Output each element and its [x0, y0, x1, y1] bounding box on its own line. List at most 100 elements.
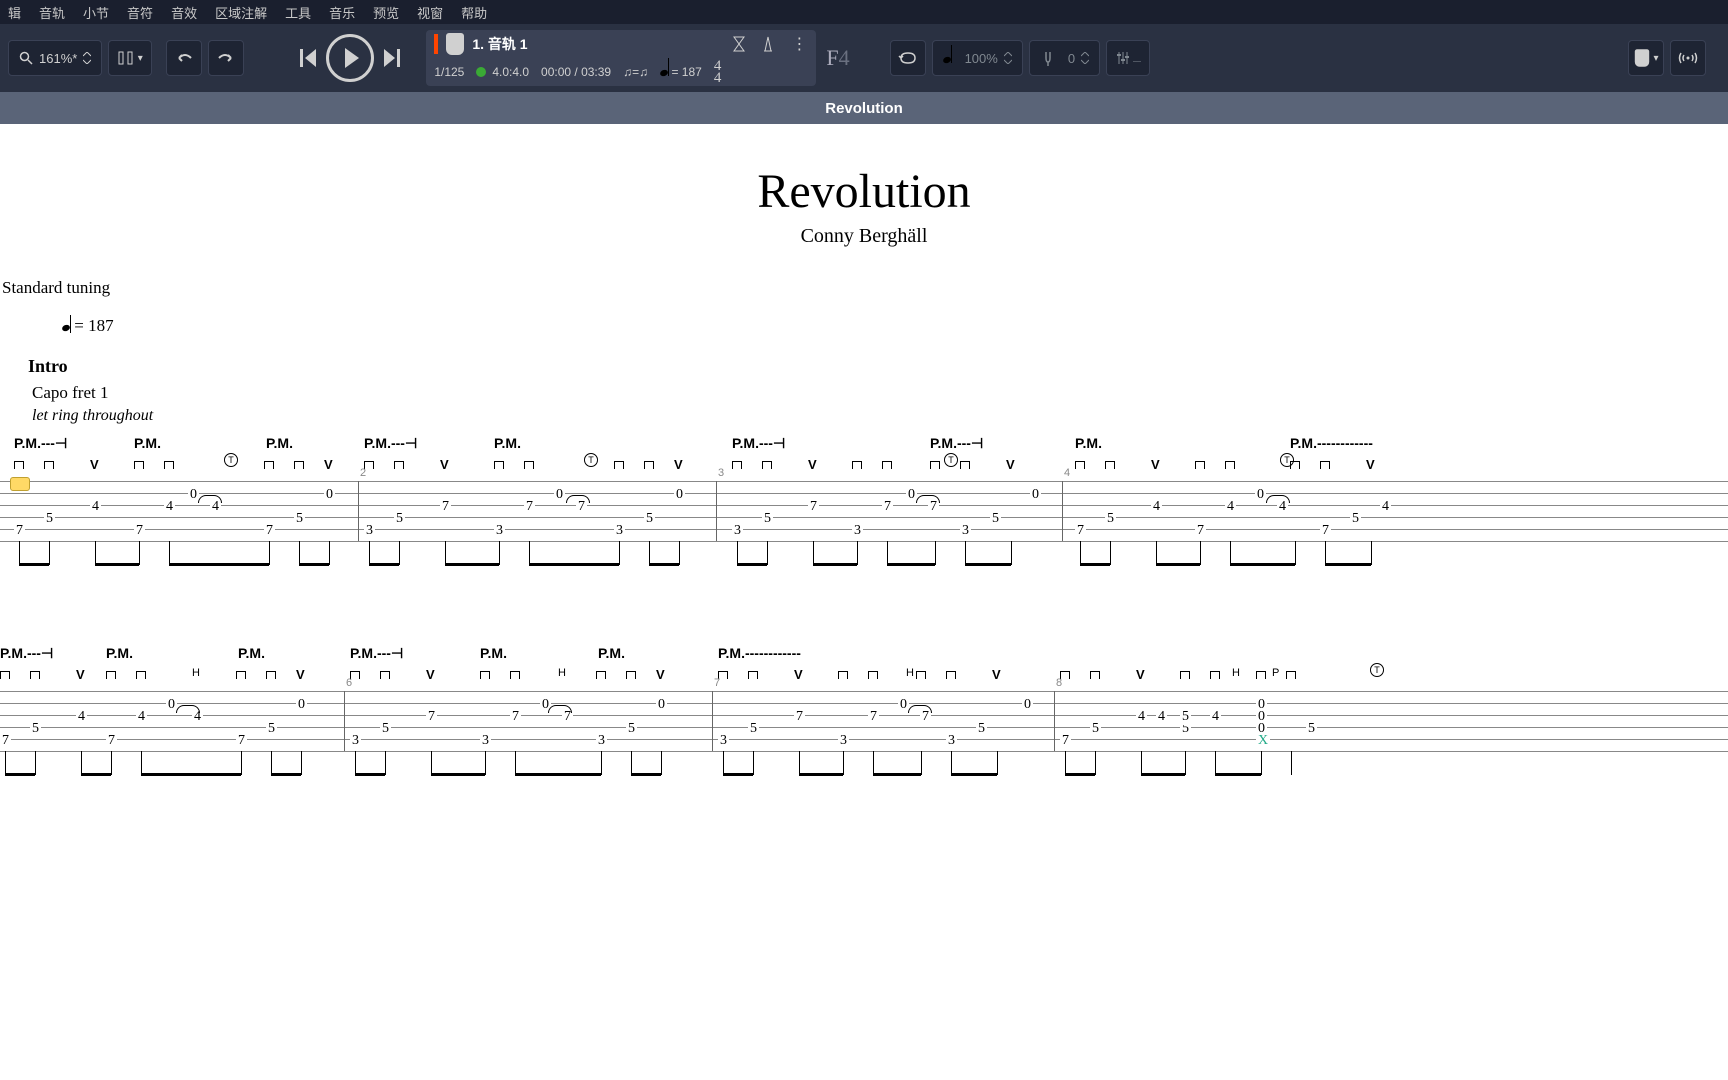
- fretboard-button[interactable]: ▾: [1628, 40, 1664, 76]
- tab-note[interactable]: 7: [1075, 523, 1086, 539]
- tab-note[interactable]: 0: [1022, 697, 1033, 713]
- layout-button[interactable]: ▾: [108, 40, 152, 76]
- tab-note[interactable]: 0: [1030, 487, 1041, 503]
- tab-note[interactable]: 0: [324, 487, 335, 503]
- tab-note[interactable]: 4: [136, 709, 147, 725]
- tab-note[interactable]: 4: [76, 709, 87, 725]
- tab-note[interactable]: 7: [808, 499, 819, 515]
- tab-note[interactable]: 4: [1210, 709, 1221, 725]
- tab-note[interactable]: 3: [350, 733, 361, 749]
- tab-note[interactable]: 3: [480, 733, 491, 749]
- redo-button[interactable]: [208, 40, 244, 76]
- tab-note[interactable]: 7: [236, 733, 247, 749]
- tab-note[interactable]: 3: [364, 523, 375, 539]
- tab-note[interactable]: 7: [882, 499, 893, 515]
- tab-note[interactable]: 5: [44, 511, 55, 527]
- tab-note[interactable]: 3: [838, 733, 849, 749]
- tab-note[interactable]: 3: [946, 733, 957, 749]
- menu-item[interactable]: 音乐: [329, 3, 355, 22]
- tab-note[interactable]: 3: [852, 523, 863, 539]
- tab-note[interactable]: 5: [30, 721, 41, 737]
- tab-note[interactable]: 5: [762, 511, 773, 527]
- tab-note[interactable]: 5: [294, 511, 305, 527]
- tab-system-1[interactable]: P.M.---⊣P.M.P.M.P.M.---⊣P.M.P.M.---⊣P.M.…: [0, 435, 1728, 605]
- tab-note[interactable]: 7: [524, 499, 535, 515]
- tab-note[interactable]: 7: [0, 733, 11, 749]
- metronome-icon[interactable]: [761, 36, 775, 52]
- undo-button[interactable]: [166, 40, 202, 76]
- menu-item[interactable]: 小节: [83, 3, 109, 22]
- tab-note[interactable]: 3: [596, 733, 607, 749]
- loop-button[interactable]: [890, 40, 926, 76]
- speed-control[interactable]: 100%: [932, 40, 1023, 76]
- next-button[interactable]: [380, 47, 402, 69]
- tab-note[interactable]: 5: [644, 511, 655, 527]
- play-button[interactable]: [326, 34, 374, 82]
- downstroke-icon: [1090, 667, 1100, 682]
- tab-note[interactable]: 0: [554, 487, 565, 503]
- tab-note[interactable]: 5: [1105, 511, 1116, 527]
- tab-note[interactable]: 4: [90, 499, 101, 515]
- tab-note[interactable]: 7: [426, 709, 437, 725]
- tab-note[interactable]: 7: [1060, 733, 1071, 749]
- tab-note[interactable]: 0: [1255, 487, 1266, 503]
- eq-button[interactable]: [1106, 40, 1150, 76]
- tab-note[interactable]: 7: [1320, 523, 1331, 539]
- tab-note[interactable]: 0: [296, 697, 307, 713]
- hourglass-icon[interactable]: [733, 36, 745, 52]
- track-name[interactable]: 1. 音轨 1: [472, 34, 527, 54]
- tab-note[interactable]: 0: [674, 487, 685, 503]
- downstroke-icon: [236, 667, 246, 682]
- tab-note[interactable]: 5: [1306, 721, 1317, 737]
- tab-note[interactable]: 7: [440, 499, 451, 515]
- tab-note[interactable]: 7: [1195, 523, 1206, 539]
- tab-note[interactable]: 4: [1225, 499, 1236, 515]
- tab-note[interactable]: 5: [1090, 721, 1101, 737]
- menu-item[interactable]: 音符: [127, 3, 153, 22]
- tab-note[interactable]: 3: [732, 523, 743, 539]
- tab-note[interactable]: 3: [494, 523, 505, 539]
- more-icon[interactable]: ⋮: [791, 34, 808, 54]
- tab-note[interactable]: 7: [14, 523, 25, 539]
- menu-item[interactable]: 预览: [373, 3, 399, 22]
- tab-note[interactable]: X: [1256, 733, 1270, 749]
- menu-item[interactable]: 工具: [285, 3, 311, 22]
- tab-note[interactable]: 0: [656, 697, 667, 713]
- tab-note[interactable]: 5: [626, 721, 637, 737]
- tab-note[interactable]: 7: [794, 709, 805, 725]
- tab-note[interactable]: 5: [990, 511, 1001, 527]
- tab-note[interactable]: 3: [960, 523, 971, 539]
- tab-note[interactable]: 7: [868, 709, 879, 725]
- tab-note[interactable]: 7: [510, 709, 521, 725]
- tab-note[interactable]: 3: [718, 733, 729, 749]
- tab-note[interactable]: 5: [394, 511, 405, 527]
- tab-note[interactable]: 7: [106, 733, 117, 749]
- tab-note[interactable]: 4: [164, 499, 175, 515]
- tab-system-2[interactable]: P.M.---⊣P.M.P.M.P.M.---⊣P.M.P.M.P.M.----…: [0, 645, 1728, 815]
- prev-button[interactable]: [298, 47, 320, 69]
- tab-note[interactable]: 7: [264, 523, 275, 539]
- tab-note[interactable]: 5: [1350, 511, 1361, 527]
- tab-note[interactable]: 7: [134, 523, 145, 539]
- note-stem: [269, 541, 270, 565]
- zoom-control[interactable]: 161%*: [8, 40, 102, 76]
- transpose-control[interactable]: 0: [1029, 40, 1100, 76]
- menu-item[interactable]: 音轨: [39, 3, 65, 22]
- tab-note[interactable]: 4: [1380, 499, 1391, 515]
- tab-note[interactable]: 5: [748, 721, 759, 737]
- tab-note[interactable]: 4: [1136, 709, 1147, 725]
- edit-cursor[interactable]: [10, 477, 30, 491]
- tab-note[interactable]: 5: [380, 721, 391, 737]
- line-in-button[interactable]: [1670, 40, 1706, 76]
- menu-item[interactable]: 区域注解: [215, 3, 267, 22]
- tab-note[interactable]: 3: [614, 523, 625, 539]
- tab-note[interactable]: 5: [266, 721, 277, 737]
- menu-item[interactable]: 音效: [171, 3, 197, 22]
- tab-note[interactable]: 4: [1151, 499, 1162, 515]
- menu-item[interactable]: 辑: [8, 3, 21, 22]
- tab-note[interactable]: 4: [1156, 709, 1167, 725]
- menu-item[interactable]: 视窗: [417, 3, 443, 22]
- tab-note[interactable]: 5: [976, 721, 987, 737]
- menu-item[interactable]: 帮助: [461, 3, 487, 22]
- tab-note[interactable]: 5: [1180, 709, 1191, 725]
